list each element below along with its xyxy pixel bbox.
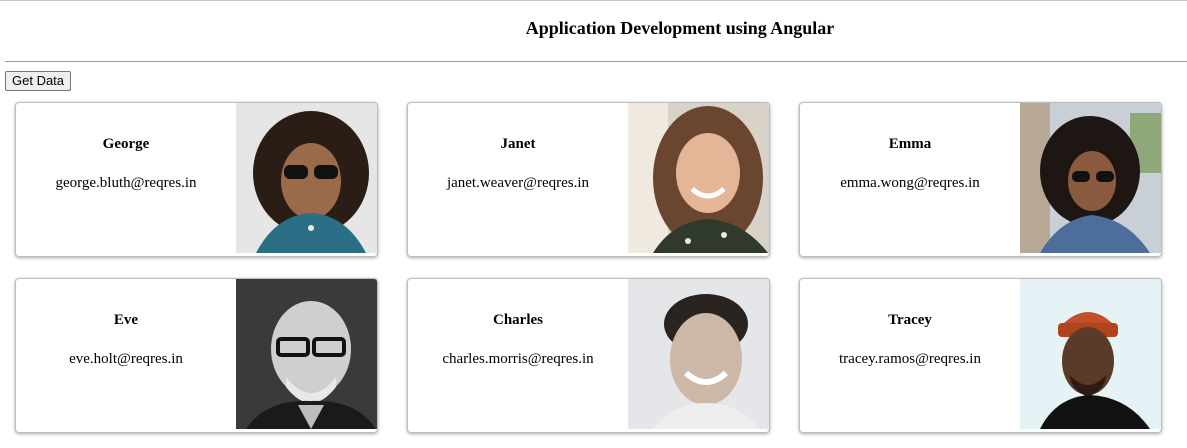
user-avatar — [1020, 279, 1161, 429]
user-avatar — [236, 103, 377, 253]
user-card: Janet janet.weaver@reqres.in — [407, 102, 770, 257]
user-email: charles.morris@reqres.in — [442, 351, 594, 367]
header-divider — [5, 61, 1187, 62]
user-card: Charles charles.morris@reqres.in — [407, 278, 770, 433]
user-info: George george.bluth@reqres.in — [16, 103, 236, 256]
user-info: Emma emma.wong@reqres.in — [800, 103, 1020, 256]
user-name: Charles — [493, 312, 543, 328]
user-avatar — [628, 279, 769, 429]
user-avatar — [1020, 103, 1161, 253]
user-card: Tracey tracey.ramos@reqres.in — [799, 278, 1162, 433]
user-card: Eve eve.holt@reqres.in — [15, 278, 378, 433]
user-email: janet.weaver@reqres.in — [446, 175, 590, 191]
user-card: George george.bluth@reqres.in — [15, 102, 378, 257]
user-name: Tracey — [888, 312, 932, 328]
user-info: Eve eve.holt@reqres.in — [16, 279, 236, 432]
top-divider — [0, 0, 1187, 1]
user-avatar — [236, 279, 377, 429]
user-email: emma.wong@reqres.in — [840, 175, 980, 191]
user-name: Eve — [113, 312, 139, 328]
user-info: Janet janet.weaver@reqres.in — [408, 103, 628, 256]
user-name: George — [102, 136, 150, 152]
user-avatar — [628, 103, 769, 253]
user-name: Janet — [500, 136, 536, 152]
user-info: Tracey tracey.ramos@reqres.in — [800, 279, 1020, 432]
user-name: Emma — [888, 136, 932, 152]
user-email: george.bluth@reqres.in — [55, 175, 197, 191]
user-card: Emma emma.wong@reqres.in — [799, 102, 1162, 257]
user-email: tracey.ramos@reqres.in — [839, 351, 981, 367]
user-info: Charles charles.morris@reqres.in — [408, 279, 628, 432]
user-email: eve.holt@reqres.in — [69, 351, 183, 367]
page-title: Application Development using Angular — [525, 18, 835, 38]
get-data-button[interactable]: Get Data — [5, 71, 72, 91]
